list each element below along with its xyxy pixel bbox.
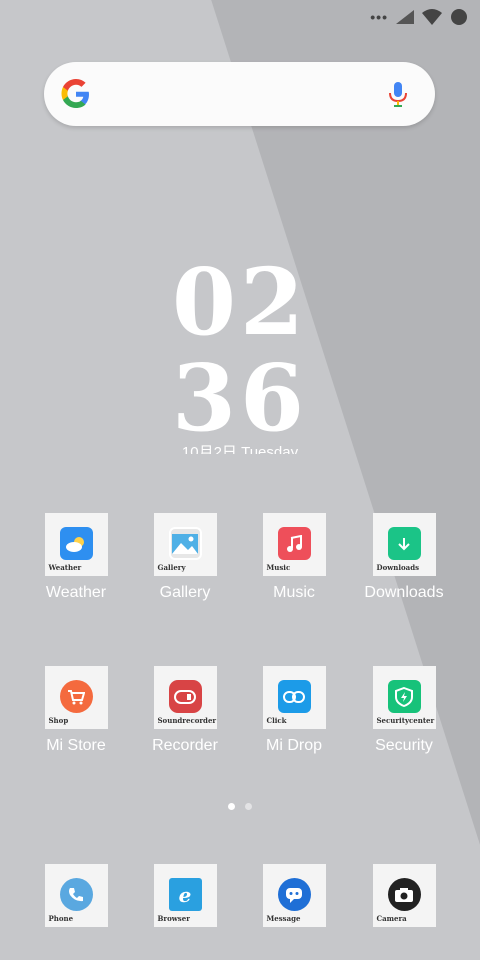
gallery-icon: [168, 527, 202, 560]
dock-browser[interactable]: e Browser: [130, 864, 240, 927]
app-tile: Message: [262, 864, 326, 927]
dock-camera[interactable]: Camera: [349, 864, 459, 927]
google-search-bar[interactable]: [44, 62, 435, 126]
app-tile: Soundrecorder: [153, 666, 217, 729]
page-indicator[interactable]: [0, 803, 480, 810]
tile-caption: Weather: [48, 563, 82, 572]
app-tile: Music: [262, 513, 326, 576]
google-logo-icon: [61, 79, 89, 108]
app-mi-store[interactable]: Shop Mi Store: [21, 666, 131, 755]
app-label: Mi Drop: [265, 737, 322, 754]
app-security[interactable]: Securitycenter Security: [349, 666, 459, 755]
app-tile: Shop: [44, 666, 108, 729]
browser-icon: e: [168, 878, 202, 911]
app-tile: Weather: [44, 513, 108, 576]
page-dot-2[interactable]: [245, 803, 252, 810]
tile-caption: Music: [266, 563, 291, 572]
tile-caption: Soundrecorder: [157, 716, 217, 725]
app-label: Mi Store: [46, 737, 106, 754]
app-tile: e Browser: [153, 864, 217, 927]
more-notifications-icon: •••: [370, 9, 388, 25]
tile-caption: Phone: [48, 914, 74, 923]
tile-caption: Camera: [376, 914, 407, 923]
link-icon: [277, 680, 311, 713]
app-label: Gallery: [159, 584, 211, 601]
tile-caption: Shop: [48, 716, 69, 725]
app-tile: Click: [262, 666, 326, 729]
app-tile: Gallery: [153, 513, 217, 576]
weather-icon: [59, 527, 93, 560]
dock-message[interactable]: Message: [239, 864, 349, 927]
tile-caption: Browser: [157, 914, 190, 923]
app-recorder[interactable]: Soundrecorder Recorder: [130, 666, 240, 755]
cart-icon: [59, 680, 93, 713]
message-icon: [277, 878, 311, 911]
tile-caption: Gallery: [157, 563, 186, 572]
clock-date: 10月2日 Tuesday: [181, 444, 299, 454]
app-downloads[interactable]: Downloads Downloads: [349, 513, 459, 602]
shield-icon: [387, 680, 421, 713]
camera-icon: [387, 878, 421, 911]
battery-icon: [451, 9, 467, 25]
download-icon: [387, 527, 421, 560]
tile-caption: Message: [266, 914, 301, 923]
recorder-icon: [168, 680, 202, 713]
status-bar: •••: [370, 8, 468, 26]
tile-caption: Click: [266, 716, 287, 725]
app-gallery[interactable]: Gallery Gallery: [130, 513, 240, 602]
app-label: Security: [375, 737, 433, 754]
voice-search-icon[interactable]: [383, 79, 413, 109]
app-label: Music: [273, 584, 315, 601]
wifi-icon: [422, 9, 442, 25]
phone-icon: [59, 878, 93, 911]
app-label: Recorder: [152, 737, 218, 754]
clock-hour[interactable]: 02: [0, 248, 480, 356]
app-tile: Securitycenter: [372, 666, 436, 729]
tile-caption: Downloads: [376, 563, 420, 572]
page-dot-1[interactable]: [228, 803, 235, 810]
signal-icon: [396, 10, 414, 24]
app-mi-drop[interactable]: Click Mi Drop: [239, 666, 349, 755]
app-label: Downloads: [364, 584, 444, 601]
app-tile: Phone: [44, 864, 108, 927]
clock-minute[interactable]: 36: [0, 344, 480, 452]
app-weather[interactable]: Weather Weather: [21, 513, 131, 602]
app-tile: Downloads: [372, 513, 436, 576]
app-label: Weather: [45, 584, 107, 601]
app-tile: Camera: [372, 864, 436, 927]
dock-phone[interactable]: Phone: [21, 864, 131, 927]
music-icon: [277, 527, 311, 560]
app-music[interactable]: Music Music: [239, 513, 349, 602]
tile-caption: Securitycenter: [376, 716, 435, 725]
